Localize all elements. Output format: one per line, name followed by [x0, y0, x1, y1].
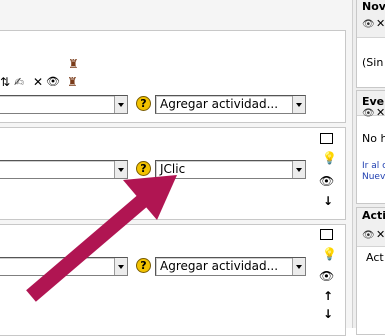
arrow-shape — [26, 175, 177, 302]
annotation-arrow — [26, 175, 177, 302]
